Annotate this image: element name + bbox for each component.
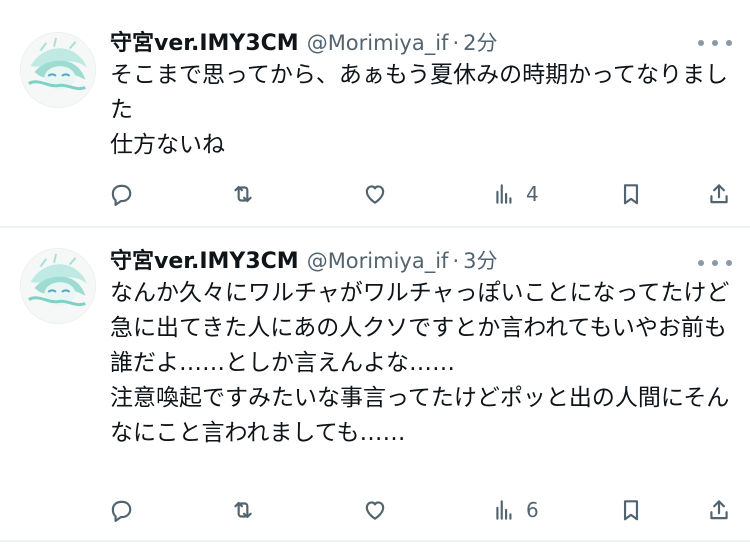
- more-icon[interactable]: [698, 32, 732, 54]
- views-button[interactable]: 4: [492, 178, 539, 210]
- avatar[interactable]: [20, 32, 96, 108]
- timestamp[interactable]: 3分: [463, 249, 497, 273]
- views-count: 4: [526, 182, 539, 206]
- share-button[interactable]: [706, 494, 732, 526]
- reply-button[interactable]: [108, 178, 134, 210]
- avatar[interactable]: [20, 248, 96, 324]
- tweet-actions: 6: [100, 494, 740, 526]
- user-handle[interactable]: @Morimiya_if: [307, 31, 449, 55]
- retweet-icon: [234, 185, 252, 203]
- more-dot: [712, 260, 718, 266]
- bookmark-button[interactable]: [618, 178, 644, 210]
- views-icon: [496, 184, 512, 204]
- bookmark-icon: [623, 500, 639, 521]
- reply-button[interactable]: [108, 494, 134, 526]
- share-icon: [710, 184, 728, 204]
- like-icon: [365, 185, 385, 204]
- reply-icon: [111, 184, 132, 206]
- views-button[interactable]: 6: [492, 494, 539, 526]
- more-dot: [726, 260, 732, 266]
- more-dot: [726, 40, 732, 46]
- reply-icon: [111, 500, 132, 522]
- retweet-button[interactable]: [230, 494, 256, 526]
- user-handle[interactable]: @Morimiya_if: [307, 249, 449, 273]
- separator-dot: ·: [452, 31, 460, 55]
- tweet-text: なんか久々にワルチャがワルチャっぽいことになってたけど 急に出てきた人にあの人ク…: [110, 280, 730, 446]
- retweet-button[interactable]: [230, 178, 256, 210]
- more-dot: [712, 40, 718, 46]
- tweet-actions: 4: [100, 178, 740, 210]
- separator-dot: ·: [452, 249, 460, 273]
- bookmark-icon: [623, 184, 639, 205]
- tweet[interactable]: 守宮ver.IMY3CM @Morimiya_if · 2分 そこまで思ってから、あぁ…: [0, 0, 750, 226]
- like-button[interactable]: [362, 494, 388, 526]
- display-name[interactable]: 守宮ver.IMY3CM: [110, 31, 299, 56]
- share-button[interactable]: [706, 178, 732, 210]
- bookmark-button[interactable]: [618, 494, 644, 526]
- tweet-header: 守宮ver.IMY3CM @Morimiya_if · 2分: [110, 26, 750, 60]
- display-name[interactable]: 守宮ver.IMY3CM: [110, 249, 299, 274]
- more-dot: [698, 40, 704, 46]
- more-dot: [698, 260, 704, 266]
- views-count: 6: [526, 498, 539, 522]
- tweet-divider: [0, 540, 750, 542]
- avatar-image: [21, 33, 95, 107]
- share-icon: [710, 500, 728, 520]
- views-icon: [496, 500, 512, 520]
- tweet-header: 守宮ver.IMY3CM @Morimiya_if · 3分: [110, 244, 750, 278]
- timeline-feed: 守宮ver.IMY3CM @Morimiya_if · 2分 そこまで思ってから、あぁ…: [0, 0, 750, 546]
- tweet-text: そこまで思ってから、あぁもう夏休みの時期かってなりました 仕方ないね: [110, 62, 729, 158]
- like-button[interactable]: [362, 178, 388, 210]
- tweet[interactable]: 守宮ver.IMY3CM @Morimiya_if · 3分 なんか久々にワルチャがワ…: [0, 228, 750, 540]
- like-icon: [365, 501, 385, 520]
- more-icon[interactable]: [698, 252, 732, 274]
- timestamp[interactable]: 2分: [463, 31, 497, 55]
- retweet-icon: [234, 501, 252, 519]
- avatar-image: [21, 249, 95, 323]
